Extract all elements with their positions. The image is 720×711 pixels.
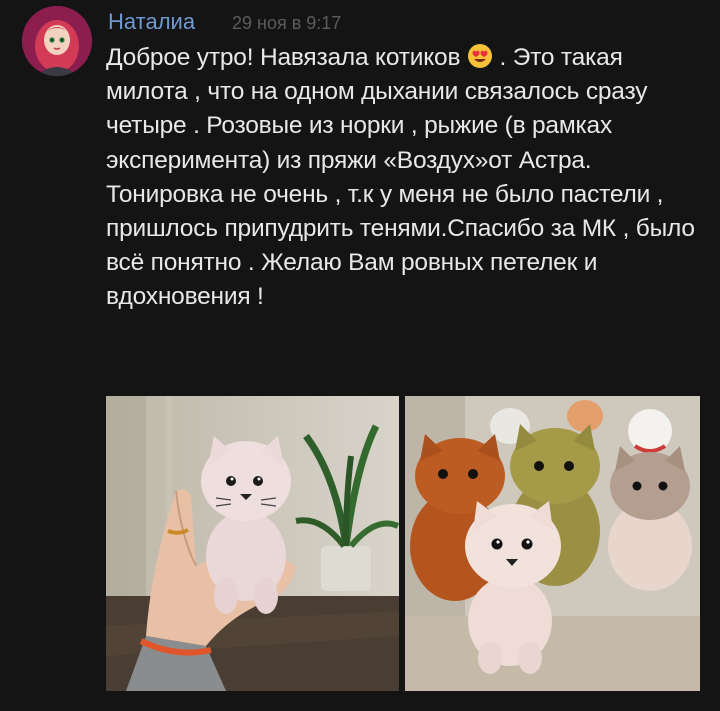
avatar[interactable]: [22, 6, 92, 76]
message-text: Доброе утро! Навязала котиков . Это така…: [106, 41, 706, 315]
message-text-part-1: Доброе утро! Навязала котиков: [106, 44, 461, 71]
comment-post: Наталиа 29 ноя в 9:17 Доброе утро! Навяз…: [0, 0, 720, 711]
post-timestamp[interactable]: 29 ноя в 9:17: [232, 12, 341, 34]
heart-eyes-emoji-icon: [467, 43, 493, 69]
avatar-illustration: [22, 6, 92, 76]
message-text-part-2: . Это такая милота , что на одном дыхани…: [106, 44, 695, 311]
attached-photo-1[interactable]: [106, 396, 399, 691]
author-name[interactable]: Наталиа: [108, 9, 195, 35]
attached-photo-2[interactable]: [405, 396, 700, 691]
